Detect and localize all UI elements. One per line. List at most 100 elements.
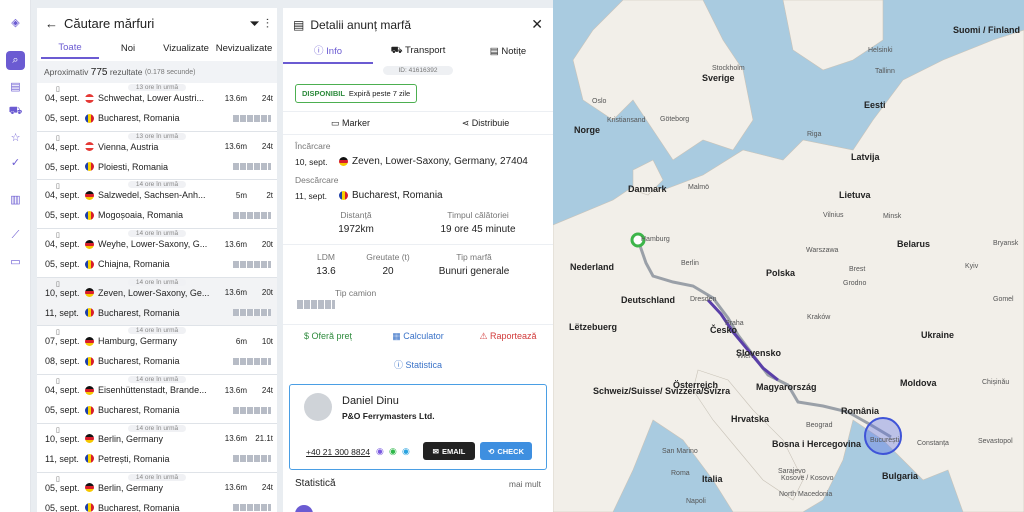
cargo-type-value: Bunuri generale xyxy=(438,266,510,277)
flag-icon xyxy=(85,483,94,492)
flag-icon xyxy=(85,162,94,172)
document-icon[interactable]: ▤ xyxy=(6,77,25,96)
skype-icon[interactable]: ◉ xyxy=(402,446,410,457)
search-icon[interactable]: ⌕ xyxy=(6,51,25,70)
tab-1[interactable]: Noi xyxy=(99,43,157,58)
flag-icon xyxy=(85,190,94,200)
check-icon[interactable]: ✓ xyxy=(6,153,25,172)
time-ago: 14 ore în urmă xyxy=(37,278,277,286)
map-label: Danmark xyxy=(628,184,667,194)
ldm-value: 13.6m xyxy=(224,239,247,249)
travel-time: Timpul călătoriei 19 ore 45 minute xyxy=(423,210,533,235)
date: 05, sept. xyxy=(45,113,80,123)
viber-icon[interactable]: ◉ xyxy=(376,446,384,457)
list-item[interactable]: 13 ore în urmă ▯ 04, sept. Vienna, Austria 1… xyxy=(37,131,277,181)
chart-icon[interactable]: ⟋ xyxy=(6,226,25,245)
truck-icon xyxy=(233,406,271,414)
flag-icon xyxy=(339,157,348,166)
place: Bucharest, Romania xyxy=(98,307,180,318)
distance-label: Distanță xyxy=(340,210,372,220)
calculator-icon: ▦ xyxy=(392,331,404,341)
list-item[interactable]: 14 ore în urmă ▯ 10, sept. Zeven, Lower-Sax… xyxy=(37,277,277,327)
map-label: Vilnius xyxy=(823,212,844,219)
map-label: North Macedonia xyxy=(779,491,833,498)
marker-button[interactable]: ▭ Marker xyxy=(283,118,418,129)
map-label: Belarus xyxy=(897,239,931,249)
list-item[interactable]: 14 ore în urmă ▯ 04, sept. Salzwedel, Sachs… xyxy=(37,180,277,230)
star-icon[interactable]: ☆ xyxy=(6,128,25,147)
time-ago-label: 13 ore în urmă xyxy=(127,132,187,140)
map-label: Göteborg xyxy=(660,116,690,123)
offer-button[interactable]: $ Oferă preț xyxy=(283,331,373,342)
close-icon[interactable]: ✕ xyxy=(531,16,543,33)
marker-label: Marker xyxy=(342,117,371,128)
check-button[interactable]: ⟲ CHECK xyxy=(480,442,532,460)
list-item[interactable]: 14 ore în urmă ▯ 04, sept. Weyhe, Lower-Sax… xyxy=(37,229,277,278)
time-ago-label: 14 ore în urmă xyxy=(127,473,187,481)
truck-icon xyxy=(233,163,271,171)
map-label: Bryansk xyxy=(993,240,1019,247)
list-item[interactable]: 14 ore în urmă ▯ 07, sept. Hamburg, Germany… xyxy=(37,326,277,376)
map-label: Tallinn xyxy=(875,68,895,75)
map[interactable]: Sverige Suomi / Finland Norge Eesti Latvija L… xyxy=(553,0,1024,512)
more-link[interactable]: mai mult xyxy=(509,479,541,489)
phone-link[interactable]: +40 21 300 8824 xyxy=(306,447,370,457)
report-button[interactable]: ⚠ Raportează xyxy=(463,331,553,342)
destination-marker[interactable] xyxy=(864,417,902,455)
share-button[interactable]: ⋖ Distribuie xyxy=(418,118,553,129)
map-canvas[interactable] xyxy=(553,0,1024,512)
email-button[interactable]: ✉ EMAIL xyxy=(423,442,475,460)
back-arrow-icon[interactable]: ← xyxy=(45,16,58,31)
weight-value: 24t xyxy=(261,385,273,395)
book-icon[interactable]: ▥ xyxy=(6,190,25,209)
notes-icon: ▤ xyxy=(489,45,502,57)
date: 10, sept. xyxy=(45,433,80,444)
availability-label: DISPONIBIL xyxy=(302,89,345,98)
truck-icon[interactable]: ⛟ xyxy=(6,102,25,121)
offer-button-label: Oferă preț xyxy=(311,331,353,341)
info-icon: ⓘ xyxy=(314,46,327,57)
place: Berlin, Germany xyxy=(98,433,164,444)
calculator-button[interactable]: ▦ Calculator xyxy=(373,331,463,342)
list-item[interactable]: 14 ore în urmă ▯ 04, sept. Eisenhüttenstadt… xyxy=(37,375,277,424)
map-label: Minsk xyxy=(883,213,902,220)
archive-icon[interactable]: ▭ xyxy=(6,252,25,271)
detail-tab-0[interactable]: ⓘ Info xyxy=(283,43,373,64)
map-label: Suomi / Finland xyxy=(953,25,1020,35)
list-item[interactable]: 14 ore în urmă ▯ 10, sept. Berlin, Germany 1… xyxy=(37,423,277,473)
map-label: Sverige xyxy=(702,73,735,83)
flag-icon xyxy=(85,210,94,220)
detail-tab-1[interactable]: ⛟ Transport xyxy=(373,45,463,62)
sliders-icon[interactable]: ⫶ xyxy=(266,16,269,32)
company-name[interactable]: P&O Ferrymasters Ltd. xyxy=(342,411,435,421)
date: 04, sept. xyxy=(45,141,80,152)
time-ago-label: 13 ore în urmă xyxy=(127,84,187,91)
detail-title: Detalii anunț marfă xyxy=(310,17,412,32)
filter-icon[interactable]: ⏷ xyxy=(249,16,259,32)
truck-type-label: Tip camion xyxy=(335,288,377,298)
detail-tab-2[interactable]: ▤ Notițe xyxy=(463,46,553,62)
time-ago: 14 ore în urmă xyxy=(37,473,277,481)
whatsapp-icon[interactable]: ◉ xyxy=(389,446,397,457)
detail-tab-label: Transport xyxy=(405,45,446,56)
tab-0[interactable]: Toate xyxy=(41,42,99,59)
place: Bucharest, Romania xyxy=(98,405,180,416)
date: 05, sept. xyxy=(45,161,80,172)
list-item[interactable]: 13 ore în urmă ▯ 04, sept. Schwechat, Lower… xyxy=(37,83,277,132)
place: Vienna, Austria xyxy=(98,141,159,152)
map-label: România xyxy=(841,406,880,416)
truck-icon xyxy=(297,300,335,309)
tab-2[interactable]: Vizualizate xyxy=(157,43,215,58)
results-suffix: rezultate xyxy=(109,67,143,77)
weight-value: 24t xyxy=(261,142,273,152)
map-label: Kosovë / Kosovo xyxy=(781,475,834,482)
place: Hamburg, Germany xyxy=(98,336,178,347)
time-ago: 13 ore în urmă xyxy=(37,132,277,140)
date: 10, sept. xyxy=(45,287,80,298)
map-label: Praha xyxy=(725,320,744,327)
statistics-link[interactable]: ⓘ Statistica xyxy=(283,358,553,371)
truck-icon xyxy=(233,211,271,219)
tab-3[interactable]: Nevizualizate xyxy=(215,43,273,58)
list-item[interactable]: 14 ore în urmă ▯ 05, sept. Berlin, Germany 1… xyxy=(37,472,277,512)
offer-id: ID: 41616392 xyxy=(383,66,453,75)
